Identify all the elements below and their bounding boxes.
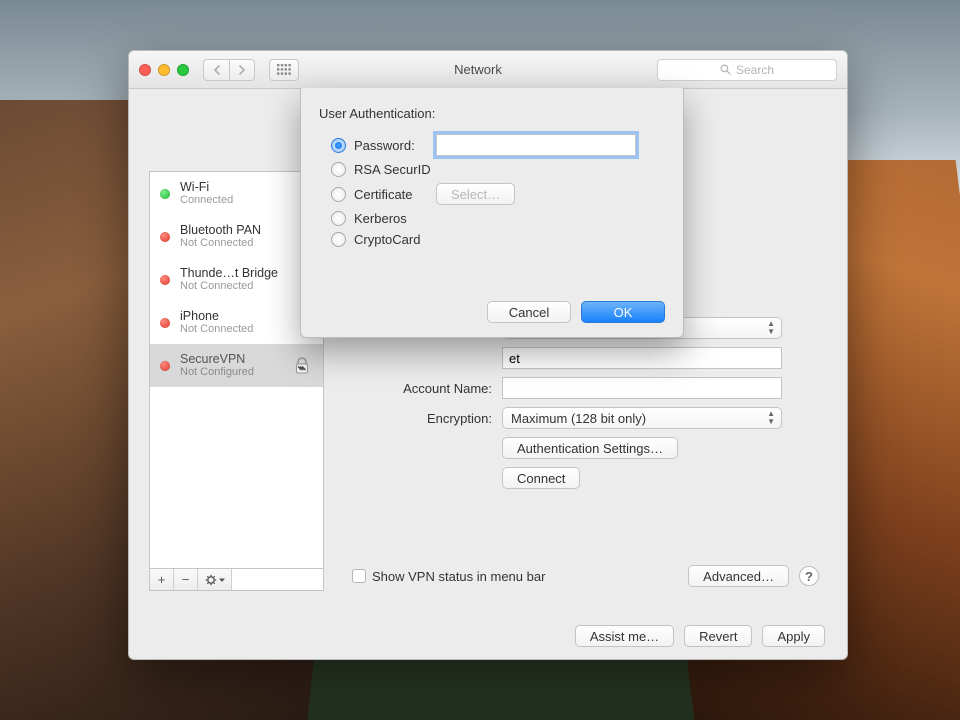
interface-name: Thunde…t Bridge [180,266,313,280]
gear-icon [205,574,225,586]
cryptocard-label: CryptoCard [354,232,420,247]
help-button[interactable]: ? [799,566,819,586]
show-vpn-status-label: Show VPN status in menu bar [372,569,545,584]
show-all-button[interactable] [269,59,299,81]
certificate-select-button[interactable]: Select… [436,183,515,205]
vpn-lock-icon [291,355,313,377]
authentication-settings-sheet: User Authentication: Password: RSA Secur… [300,88,684,338]
window-controls [139,64,189,76]
interface-sidebar: Wi-Fi Connected Bluetooth PAN Not Connec… [149,171,324,591]
interface-status: Connected [180,194,313,207]
encryption-value: Maximum (128 bit only) [511,411,646,426]
action-menu-button[interactable] [198,569,232,590]
zoom-button[interactable] [177,64,189,76]
minimize-button[interactable] [158,64,170,76]
interface-status: Not Connected [180,237,313,250]
rsa-securid-label: RSA SecurID [354,162,431,177]
apply-button[interactable]: Apply [762,625,825,647]
sidebar-footer: + − [150,568,323,590]
advanced-button[interactable]: Advanced… [688,565,789,587]
authentication-settings-button[interactable]: Authentication Settings… [502,437,678,459]
sidebar-item-thunderbolt-bridge[interactable]: Thunde…t Bridge Not Connected [150,258,323,301]
revert-button[interactable]: Revert [684,625,752,647]
status-dot-icon [160,318,170,328]
status-dot-icon [160,189,170,199]
search-placeholder: Search [736,63,774,77]
forward-button[interactable] [229,59,255,81]
interface-name: SecureVPN [180,352,281,366]
encryption-select[interactable]: Maximum (128 bit only) ▲▼ [502,407,782,429]
rsa-securid-radio[interactable] [331,162,346,177]
interface-name: Bluetooth PAN [180,223,313,237]
interface-list: Wi-Fi Connected Bluetooth PAN Not Connec… [150,172,323,568]
nav-buttons [203,59,255,81]
certificate-radio[interactable] [331,187,346,202]
window-footer: Assist me… Revert Apply [129,613,847,659]
ok-button[interactable]: OK [581,301,665,323]
assist-me-button[interactable]: Assist me… [575,625,674,647]
certificate-label: Certificate [354,187,428,202]
search-field[interactable]: Search [657,59,837,81]
show-vpn-status-checkbox[interactable] [352,569,366,583]
sidebar-item-bluetooth-pan[interactable]: Bluetooth PAN Not Connected [150,215,323,258]
interface-status: Not Connected [180,323,313,336]
sidebar-item-iphone[interactable]: iPhone Not Connected [150,301,323,344]
sidebar-item-wifi[interactable]: Wi-Fi Connected [150,172,323,215]
account-name-input[interactable] [502,377,782,399]
back-button[interactable] [203,59,229,81]
sidebar-item-securevpn[interactable]: SecureVPN Not Configured [150,344,323,387]
server-address-input[interactable] [502,347,782,369]
sheet-title: User Authentication: [319,106,665,121]
status-dot-icon [160,361,170,371]
interface-status: Not Connected [180,280,313,293]
kerberos-radio[interactable] [331,211,346,226]
password-radio-label: Password: [354,138,428,153]
account-name-label: Account Name: [332,381,502,396]
remove-interface-button[interactable]: − [174,569,198,590]
window-title: Network [307,62,649,77]
status-dot-icon [160,232,170,242]
interface-status: Not Configured [180,366,281,379]
status-dot-icon [160,275,170,285]
interface-name: Wi-Fi [180,180,313,194]
titlebar: Network Search [129,51,847,89]
kerberos-label: Kerberos [354,211,407,226]
search-icon [720,64,731,75]
connect-button[interactable]: Connect [502,467,580,489]
cryptocard-radio[interactable] [331,232,346,247]
encryption-label: Encryption: [332,411,502,426]
password-input[interactable] [436,134,636,156]
interface-name: iPhone [180,309,313,323]
cancel-button[interactable]: Cancel [487,301,571,323]
add-interface-button[interactable]: + [150,569,174,590]
password-radio[interactable] [331,138,346,153]
close-button[interactable] [139,64,151,76]
